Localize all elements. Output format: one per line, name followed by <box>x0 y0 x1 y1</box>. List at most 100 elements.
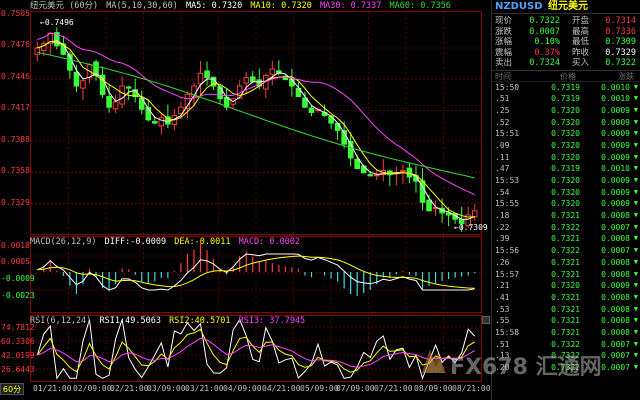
x-axis-label: 01/21:00 <box>33 384 72 393</box>
tick-time: .11 <box>495 152 510 162</box>
tick-list[interactable]: 15:50 0.7319 0.0010 ▼ .51 0.7319 0.0010 ▼ .25 0.7… <box>492 82 640 374</box>
macd-pane-title: MACD(26,12,9) <box>30 237 97 247</box>
tick-change: 0.0009 <box>601 117 630 127</box>
down-arrow-icon: ▼ <box>633 164 638 173</box>
tick-change: 0.0009 <box>601 187 630 197</box>
watermark-text: FX678 汇通网 <box>450 355 602 380</box>
down-arrow-icon: ▼ <box>633 316 638 325</box>
candle-body <box>400 170 406 173</box>
tick-price: 0.7319 <box>551 82 580 92</box>
x-axis-label: 02/09:00 <box>73 384 112 393</box>
down-arrow-icon: ▼ <box>633 105 638 114</box>
quote-title: NZDUSD 纽元美元 <box>492 0 640 14</box>
down-arrow-icon: ▼ <box>633 211 638 220</box>
rsi3-value: RSI3: 37.7945 <box>238 316 306 326</box>
quote-row: 震幅 0.37% 昨收 0.7329 <box>492 48 640 59</box>
macd-pane-legend: MACD(26,12,9) DIFF:-0.0009 DEA:-0.0011 M… <box>30 237 303 248</box>
candle-body <box>158 117 165 127</box>
tick-change: 0.0008 <box>601 327 630 337</box>
tick-row: .39 0.7321 0.0008 ▼ <box>492 233 640 245</box>
tick-row: .54 0.7320 0.0009 ▼ <box>492 187 640 199</box>
ma5-value: MA5: 0.7320 <box>186 1 243 11</box>
main-y-label: 0.7505 <box>1 9 30 18</box>
rsi-y-label: 60.3306 <box>1 337 35 346</box>
quote-label: 买入 <box>572 58 590 68</box>
tick-time: .18 <box>495 211 510 221</box>
down-arrow-icon: ▼ <box>633 246 638 255</box>
rsi1-value: RSI1:49.5063 <box>99 316 161 326</box>
candle-body <box>471 210 478 218</box>
tick-change: 0.0008 <box>601 234 630 244</box>
rsi-y-label: 26.6443 <box>1 365 35 374</box>
candle-body <box>360 165 367 174</box>
quote-row: 涨幅 0.10% 最低 0.7309 <box>492 37 640 48</box>
down-arrow-icon: ▼ <box>633 82 638 91</box>
macd-y-label: -0.0009 <box>1 274 35 283</box>
tick-header-price: 价格 <box>560 71 576 81</box>
candle-body <box>374 174 380 177</box>
tick-row: .41 0.7321 0.0008 ▼ <box>492 292 640 304</box>
quote-value: 0.37% <box>534 47 560 58</box>
main-y-label: 0.7476 <box>1 40 30 49</box>
quote-value: 0.7324 <box>529 58 560 68</box>
tick-change: 0.0008 <box>601 304 630 314</box>
fx678-watermark: FX678 汇通网 <box>420 345 620 380</box>
down-arrow-icon: ▼ <box>633 140 638 149</box>
tick-price: 0.7321 <box>551 269 580 279</box>
low-price-label: ←0.7309 <box>454 223 488 232</box>
high-price-label: ←0.7496 <box>40 18 74 27</box>
candle-body <box>367 174 374 177</box>
quote-label: 卖出 <box>495 58 513 68</box>
down-arrow-icon: ▼ <box>633 363 638 371</box>
quote-panel: NZDUSD 纽元美元 现价 0.7322 开盘 0.7314 涨跌 0.0007 最高 0.… <box>491 0 640 400</box>
candle-body <box>354 158 360 169</box>
candle-body <box>73 71 80 87</box>
ma10-value: MA10: 0.7320 <box>250 1 312 11</box>
down-arrow-icon: ▼ <box>633 292 638 301</box>
down-arrow-icon: ▼ <box>633 234 638 243</box>
tick-change: 0.0009 <box>601 199 630 209</box>
tick-time: .22 <box>495 222 510 232</box>
scroll-right-button[interactable] <box>482 316 490 324</box>
rsi2-value: RSI2:40.5701 <box>169 316 231 326</box>
down-arrow-icon: ▼ <box>633 117 638 126</box>
tick-time: .52 <box>495 117 510 127</box>
tick-price: 0.7321 <box>551 234 580 244</box>
moving-average-lines <box>37 32 475 220</box>
macd-y-label: 0.0005 <box>1 257 30 266</box>
x-axis-label: 03/21:00 <box>185 384 224 393</box>
candle-body <box>217 86 223 100</box>
x-axis-label: 03/09:00 <box>147 384 186 393</box>
tick-row: .53 0.7321 0.0008 ▼ <box>492 304 640 316</box>
x-axis-label: 07/09:00 <box>336 384 375 393</box>
quote-label: 涨幅 <box>495 37 513 47</box>
candle-body <box>204 70 210 79</box>
fx678-logo-icon <box>422 349 446 373</box>
period-tab[interactable]: 60分 <box>0 383 24 395</box>
quote-label: 涨跌 <box>495 26 513 37</box>
chart-area[interactable]: ←0.7496 ←0.7309 纽元美元 (60分) MA(5,10,30,60)… <box>0 0 491 400</box>
x-axis-label: 05/09:00 <box>300 384 339 393</box>
price-chart[interactable]: ←0.7496 ←0.7309 <box>0 0 490 400</box>
quote-label: 开盘 <box>572 16 590 26</box>
tick-price: 0.7321 <box>551 292 580 302</box>
tick-change: 0.0009 <box>601 140 630 150</box>
quote-label: 最低 <box>572 37 590 47</box>
tick-row: .25 0.7320 0.0009 ▼ <box>492 105 640 117</box>
tick-change: 0.0008 <box>601 211 630 221</box>
candle-body <box>125 86 132 89</box>
tick-time: .51 <box>495 94 510 104</box>
ma60-value: MA60: 0.7356 <box>389 1 451 11</box>
tick-price: 0.7321 <box>551 257 580 267</box>
tick-price: 0.7319 <box>551 164 580 174</box>
quote-row: 卖出 0.7324 买入 0.7322 <box>492 58 640 69</box>
tick-time: .39 <box>495 234 510 244</box>
tick-price: 0.7320 <box>551 117 580 127</box>
down-arrow-icon: ▼ <box>633 351 638 360</box>
main-y-label: 0.7446 <box>1 72 30 81</box>
tick-time: 15:57 <box>495 269 520 279</box>
tick-time: .25 <box>495 105 510 115</box>
tick-time: .54 <box>495 187 510 197</box>
tick-row: .55 0.7321 0.0008 ▼ <box>492 315 640 327</box>
tick-time: 15:51 <box>495 129 520 139</box>
